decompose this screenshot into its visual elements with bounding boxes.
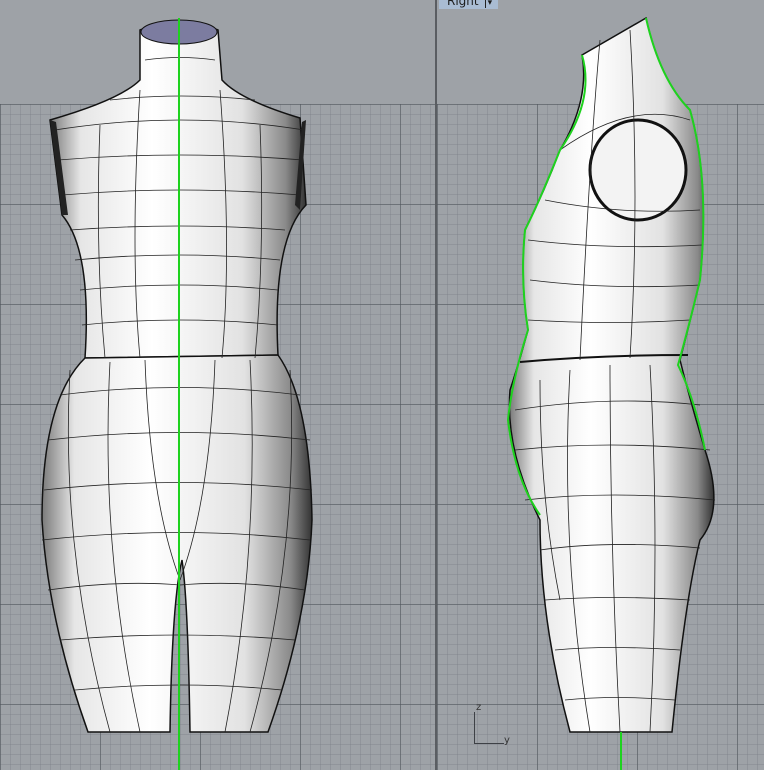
front-viewport[interactable] xyxy=(0,0,435,770)
y-axis-line xyxy=(474,743,504,744)
y-axis-label: y xyxy=(504,735,510,746)
right-viewport[interactable]: Right ▾ xyxy=(437,0,764,770)
armhole xyxy=(588,118,688,222)
hips-legs xyxy=(41,354,313,733)
axis-indicator: z y xyxy=(470,702,510,746)
front-mannequin-model[interactable] xyxy=(0,0,435,770)
side-mannequin-model[interactable] xyxy=(437,0,764,770)
z-axis-label: z xyxy=(476,702,482,713)
z-axis-line xyxy=(474,712,475,744)
